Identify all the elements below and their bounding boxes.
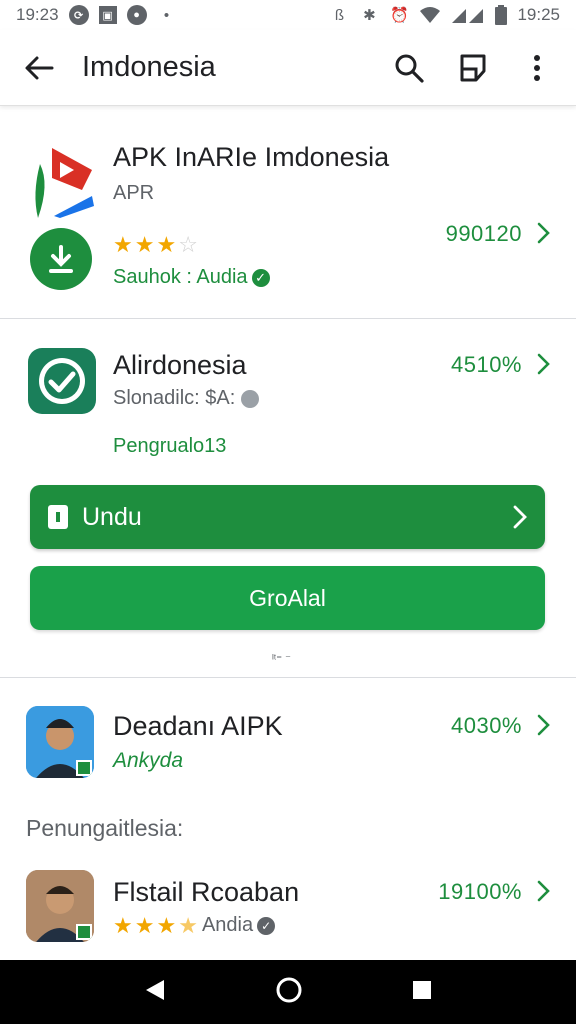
section-heading: Penungaitlesia: (26, 815, 184, 841)
status-time-left: 19:23 (16, 5, 59, 24)
app-icon (28, 348, 96, 414)
publisher-row: Sauhok : Audia ✓ (113, 266, 270, 289)
bluetooth-icon: ✱ (363, 7, 376, 24)
download-count: 990120 (445, 221, 522, 246)
app-subtitle-row: Slonadilc: $A: (113, 387, 260, 410)
rating-stars: ★ ★ ★ ★ (113, 912, 198, 938)
chevron-right-icon[interactable] (534, 352, 554, 376)
app-subtitle: Slonadilc: $A: (113, 387, 236, 409)
tiny-text: ᴵᵗ⁼ ⁻ (272, 653, 291, 665)
publisher-text: Andia (201, 914, 254, 936)
badge-icon (76, 760, 92, 776)
notification-app-icon: ▣ (98, 6, 117, 24)
app-subtitle: APR (113, 182, 155, 204)
rating-stars: ★ ★ ★ ☆ (113, 234, 198, 256)
app-logo-icon (35, 148, 94, 218)
star-icon: ★ (156, 232, 177, 257)
avatar (26, 870, 94, 942)
bookmark-icon[interactable] (456, 51, 490, 85)
secondary-button[interactable]: GroAlal (30, 566, 545, 630)
chevron-right-icon[interactable] (534, 221, 554, 245)
app-bar-actions (392, 51, 554, 85)
chevron-right-icon[interactable] (534, 879, 554, 903)
list-item[interactable]: Flstail Rcoaban ★ ★ ★ ★ Andia ✓ 19100% (0, 860, 576, 964)
nav-recents-icon[interactable] (412, 980, 432, 1005)
rating-row: ★ ★ ★ ★ Andia ✓ (113, 912, 276, 938)
system-nav-bar (0, 960, 576, 1024)
file-icon (48, 505, 68, 529)
sync-icon: ⟳ (68, 5, 89, 25)
status-bar: 19:23 ⟳ ▣ ● • ß ✱ ⏰ 19:25 (0, 0, 576, 30)
app-name: Deadanı AIPK (113, 711, 283, 741)
status-time-right: 19:25 (517, 5, 560, 24)
download-badge-icon (30, 228, 92, 290)
star-icon: ★ (134, 232, 155, 257)
percentage: 4510% (450, 352, 522, 377)
download-button-label: Undu (82, 502, 142, 531)
wifi-icon (420, 7, 441, 23)
signal-icon (452, 9, 484, 23)
star-empty-icon: ☆ (178, 232, 198, 257)
status-right: ß ✱ ⏰ 19:25 (329, 5, 560, 25)
alarm-icon: ⏰ (390, 7, 409, 24)
verified-icon: ✓ (251, 268, 270, 287)
list-item[interactable]: Deadanı AIPK Ankyda 4030% (0, 678, 576, 790)
nfc-icon: ß (334, 6, 345, 24)
star-half-icon: ★ (178, 912, 198, 938)
chevron-right-icon (513, 505, 527, 529)
battery-icon (495, 5, 508, 25)
more-vert-icon[interactable] (520, 51, 554, 85)
badge-icon (76, 924, 92, 940)
status-left: 19:23 ⟳ ▣ ● • (16, 5, 177, 25)
nav-home-icon[interactable] (275, 976, 303, 1009)
star-icon: ★ (113, 232, 133, 257)
app-name: APK InARIe Imdonesia (113, 142, 390, 172)
app-name: Flstail Rcoaban (113, 877, 300, 907)
list-item[interactable]: APK InARIe Imdonesia APR ★ ★ ★ ☆ Sauhok … (0, 110, 576, 318)
page-title: Imdonesia (82, 51, 216, 83)
app-subtitle: Ankyda (113, 749, 184, 772)
star-icon: ★ (156, 912, 177, 938)
app-name: Alirdonesia (113, 350, 247, 380)
chevron-right-icon[interactable] (534, 713, 554, 737)
star-icon: ★ (134, 912, 155, 938)
percentage: 4030% (450, 713, 522, 738)
percentage: 19100% (438, 879, 522, 904)
star-icon: ★ (113, 912, 133, 938)
info-icon (241, 389, 260, 408)
app-bar: Imdonesia (0, 30, 576, 106)
download-button[interactable]: Undu (30, 485, 545, 549)
back-arrow-icon[interactable] (22, 51, 56, 85)
avatar (26, 706, 94, 778)
chat-icon: ● (126, 5, 147, 25)
nav-back-icon[interactable] (144, 978, 166, 1007)
note-text: Pengrualo13 (113, 435, 227, 457)
publisher-text: Sauhok : Audia (113, 266, 248, 288)
dot-icon: • (163, 6, 170, 24)
search-icon[interactable] (392, 51, 426, 85)
verified-icon: ✓ (257, 916, 276, 935)
